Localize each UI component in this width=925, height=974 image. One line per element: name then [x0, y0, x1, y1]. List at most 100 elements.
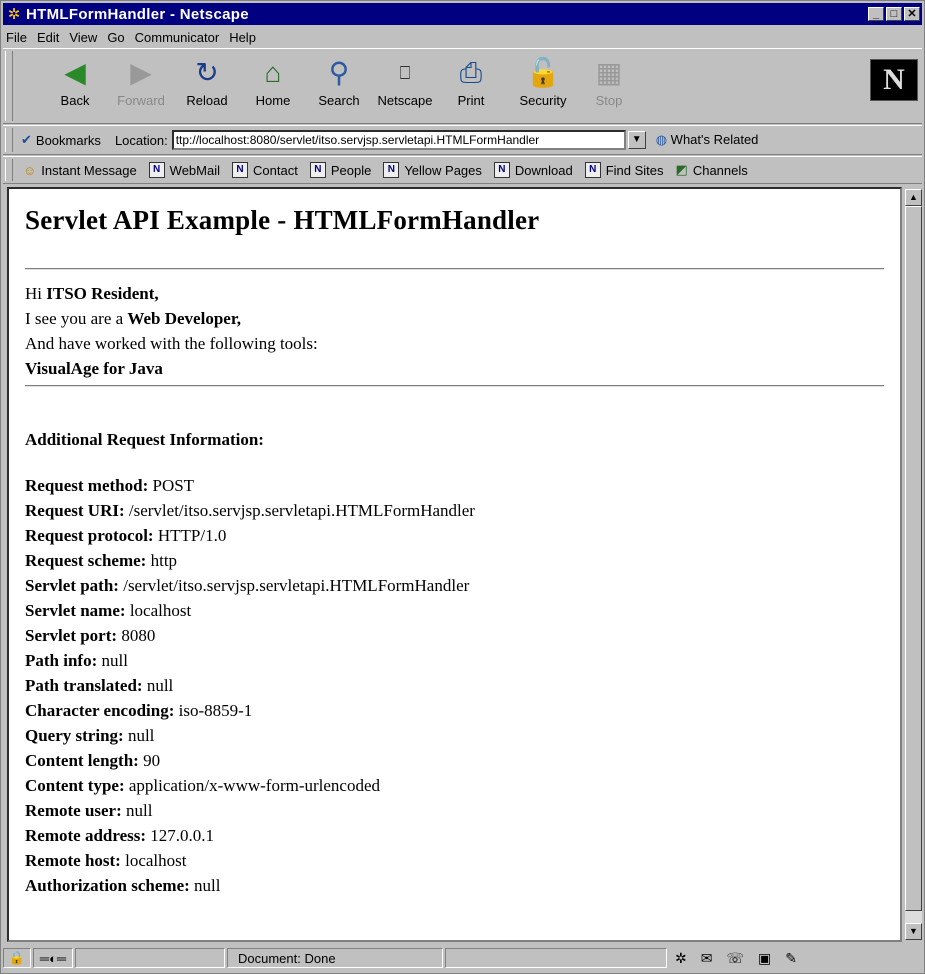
- request-info-value: 90: [143, 751, 161, 770]
- request-info-value: null: [101, 651, 128, 670]
- request-info-label: Remote user:: [25, 801, 122, 820]
- menu-help[interactable]: Help: [229, 30, 256, 45]
- request-info-value: POST: [152, 476, 195, 495]
- request-info-row: Request URI: /servlet/itso.servjsp.servl…: [25, 498, 884, 523]
- menu-file[interactable]: File: [6, 30, 27, 45]
- netscape-icon: ⎕: [399, 63, 411, 83]
- greeting-block: Hi ITSO Resident, I see you are a Web De…: [25, 284, 318, 378]
- webmail-link[interactable]: N WebMail: [148, 162, 220, 178]
- maximize-button[interactable]: □: [886, 7, 902, 21]
- menu-edit[interactable]: Edit: [37, 30, 59, 45]
- toolbar-grip[interactable]: [5, 51, 13, 121]
- composer-icon[interactable]: ▣: [758, 950, 771, 967]
- page-icon: N: [309, 162, 326, 178]
- toolbar-grip[interactable]: [5, 128, 13, 152]
- scroll-down-icon[interactable]: ▼: [905, 923, 922, 940]
- request-info-value: null: [126, 801, 153, 820]
- home-icon: ⌂: [264, 57, 282, 88]
- forward-button[interactable]: ▶ Forward: [109, 53, 173, 108]
- location-label: Location:: [114, 132, 168, 148]
- request-info-label: Path info:: [25, 651, 98, 670]
- minimize-button[interactable]: _: [868, 7, 884, 21]
- request-info-value: application/x-www-form-urlencoded: [128, 776, 381, 795]
- search-button[interactable]: ⚲ Search: [307, 53, 371, 108]
- request-info-label: Query string:: [25, 726, 124, 745]
- netscape-app-icon: ✲: [7, 6, 21, 23]
- netscape-button[interactable]: ⎕ Netscape: [373, 53, 437, 108]
- request-info-value: /servlet/itso.servjsp.servletapi.HTMLFor…: [123, 576, 470, 595]
- connection-icon: ═◐═: [33, 948, 73, 968]
- contact-link[interactable]: N Contact: [232, 162, 298, 178]
- request-info-value: /servlet/itso.servjsp.servletapi.HTMLFor…: [128, 501, 475, 520]
- mailbox-icon[interactable]: ✉: [701, 950, 713, 967]
- close-button[interactable]: ✕: [904, 7, 920, 21]
- component-bar: ✲ ✉ ☏ ▣ ✎: [675, 950, 797, 967]
- navigation-toolbar: ◀ Back ▶ Forward ↻ Reload ⌂ Home ⚲ Searc…: [3, 48, 922, 124]
- instant-message-icon: ☺: [23, 162, 37, 178]
- request-info-row: Request method: POST: [25, 473, 884, 498]
- scroll-up-icon[interactable]: ▲: [905, 189, 922, 206]
- request-info-row: Servlet name: localhost: [25, 598, 884, 623]
- yellow-pages-link[interactable]: N Yellow Pages: [383, 162, 482, 178]
- security-icon: 🔓: [525, 57, 561, 88]
- people-link[interactable]: N People: [309, 162, 371, 178]
- download-link[interactable]: N Download: [493, 162, 573, 178]
- status-bar: 🔒 ═◐═ Document: Done ✲ ✉ ☏ ▣ ✎: [3, 944, 922, 972]
- channels-link[interactable]: ◩ Channels: [676, 162, 748, 178]
- location-field[interactable]: ttp://localhost:8080/servlet/itso.servjs…: [171, 130, 626, 150]
- request-info-label: Content length:: [25, 751, 139, 770]
- back-button[interactable]: ◀ Back: [43, 53, 107, 108]
- search-icon: ⚲: [328, 57, 350, 88]
- request-info-row: Servlet path: /servlet/itso.servjsp.serv…: [25, 573, 884, 598]
- instant-message-link[interactable]: ☺ Instant Message: [23, 163, 137, 178]
- browser-window: ✲ HTMLFormHandler - Netscape _ □ ✕ File …: [0, 0, 925, 974]
- window-title: HTMLFormHandler - Netscape: [26, 5, 249, 23]
- scroll-thumb[interactable]: [905, 206, 922, 911]
- request-info-value: HTTP/1.0: [157, 526, 227, 545]
- security-button[interactable]: 🔓 Security: [511, 53, 575, 108]
- print-icon: ⎙: [459, 57, 483, 88]
- print-button[interactable]: ⎙ Print: [439, 53, 503, 108]
- request-info-value: http: [150, 551, 178, 570]
- home-button[interactable]: ⌂ Home: [241, 53, 305, 108]
- navigator-icon[interactable]: ✲: [675, 950, 687, 967]
- progress-bar: [75, 948, 225, 968]
- netscape-logo[interactable]: N: [870, 59, 918, 101]
- request-info-row: Path info: null: [25, 648, 884, 673]
- title-bar: ✲ HTMLFormHandler - Netscape _ □ ✕: [3, 3, 922, 25]
- page-icon: N: [148, 162, 165, 178]
- location-dropdown-icon[interactable]: ▼: [627, 131, 646, 149]
- toolbar-grip[interactable]: [5, 159, 13, 181]
- request-info-label: Request URI:: [25, 501, 125, 520]
- reload-button[interactable]: ↻ Reload: [175, 53, 239, 108]
- channels-icon: ◩: [675, 162, 688, 177]
- request-info-value: localhost: [125, 851, 187, 870]
- menu-go[interactable]: Go: [107, 30, 124, 45]
- menu-communicator[interactable]: Communicator: [135, 30, 220, 45]
- menu-view[interactable]: View: [69, 30, 97, 45]
- request-info-row: Content type: application/x-www-form-url…: [25, 773, 884, 798]
- request-info-row: Query string: null: [25, 723, 884, 748]
- bookmarks-icon: ✔: [21, 132, 32, 147]
- request-info-list: Request method: POST Request URI: /servle…: [25, 473, 884, 898]
- request-info-row: Path translated: null: [25, 673, 884, 698]
- request-info-value: 127.0.0.1: [150, 826, 215, 845]
- request-info-label: Request protocol:: [25, 526, 154, 545]
- location-toolbar: ✔ Bookmarks Location: ttp://localhost:80…: [3, 125, 922, 155]
- forward-icon: ▶: [130, 57, 152, 88]
- page-icon: N: [232, 162, 249, 178]
- user-role: Web Developer,: [127, 309, 242, 328]
- back-icon: ◀: [64, 57, 86, 88]
- stop-icon: ▦: [595, 57, 623, 88]
- whats-related-button[interactable]: ◍ What's Related: [656, 132, 759, 148]
- bookmarks-button[interactable]: ✔ Bookmarks: [21, 132, 101, 148]
- discussions-icon[interactable]: ☏: [726, 950, 744, 967]
- reload-icon: ↻: [195, 57, 219, 88]
- stop-button[interactable]: ▦ Stop: [577, 53, 641, 108]
- request-info-label: Content type:: [25, 776, 125, 795]
- vertical-scrollbar[interactable]: ▲ ▼: [905, 189, 922, 940]
- find-sites-link[interactable]: N Find Sites: [584, 162, 664, 178]
- composer-edit-icon[interactable]: ✎: [785, 950, 797, 967]
- security-lock-icon[interactable]: 🔒: [3, 948, 31, 968]
- request-info-row: Authorization scheme: null: [25, 873, 884, 898]
